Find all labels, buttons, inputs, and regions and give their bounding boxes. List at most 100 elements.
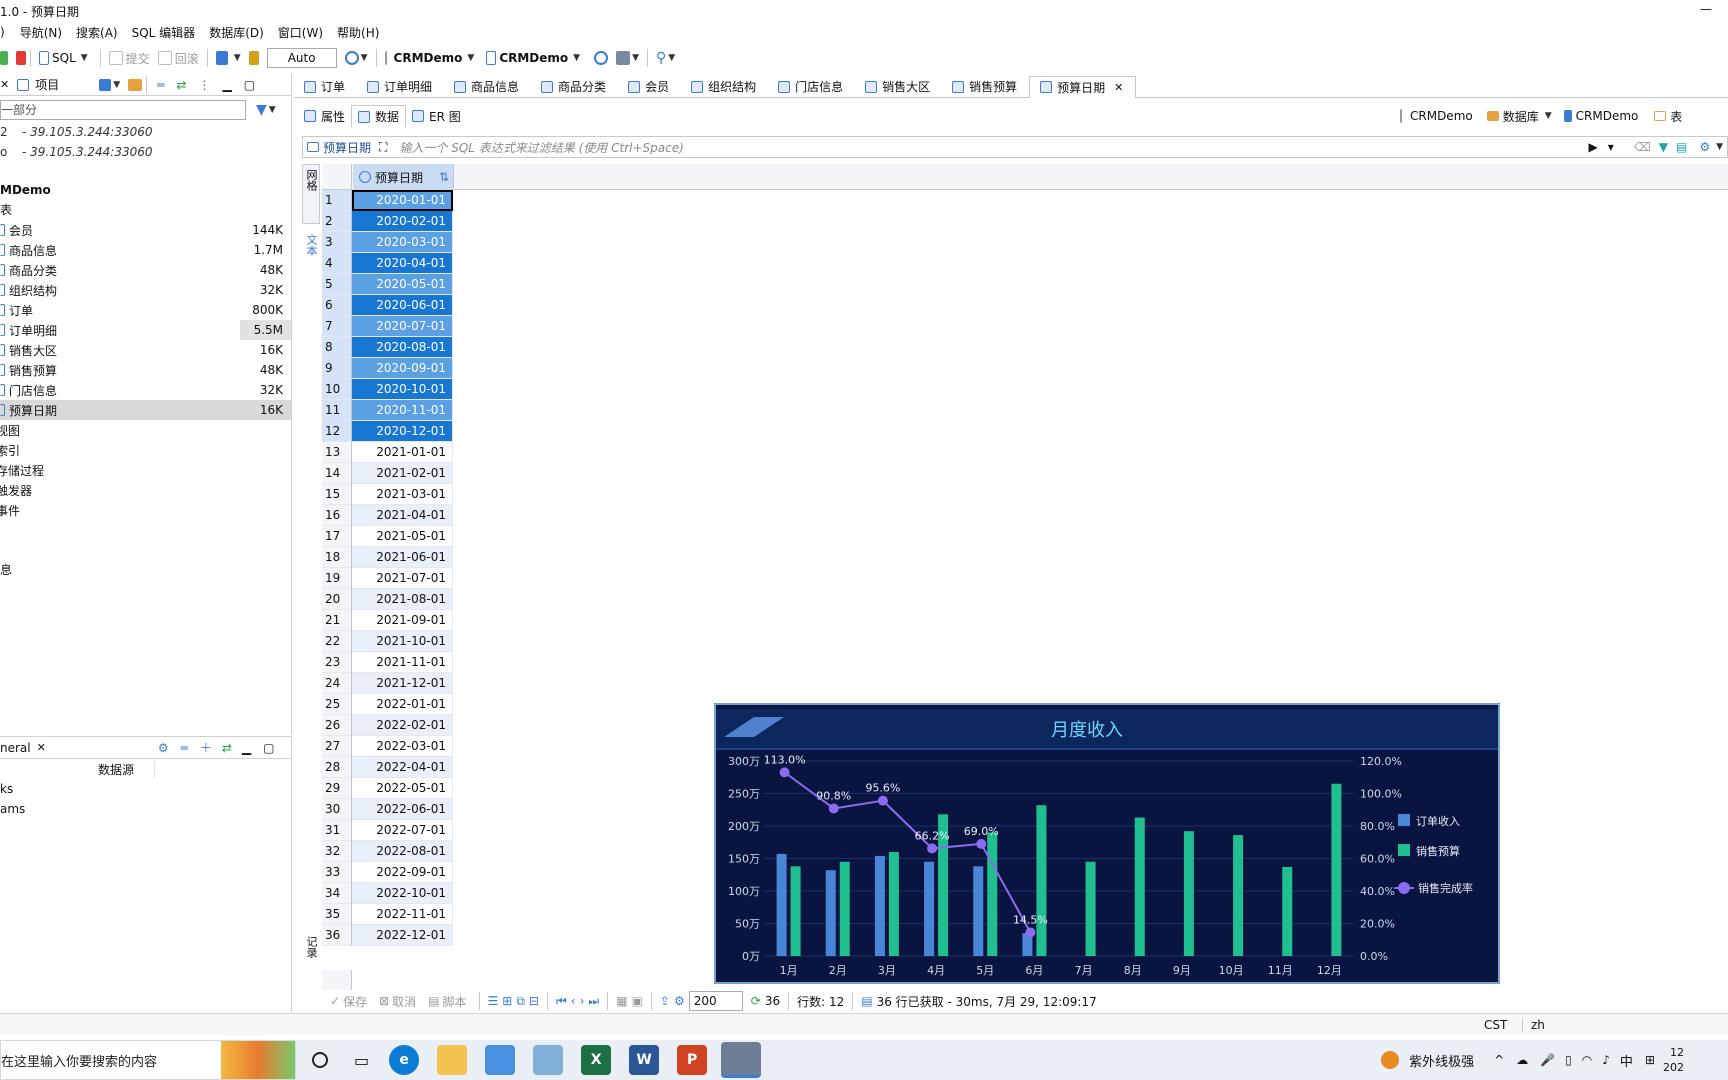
date-cell[interactable]: 2022-08-01	[352, 841, 453, 862]
folder-icon[interactable]	[128, 78, 143, 91]
date-cell[interactable]: 2020-04-01	[352, 253, 453, 274]
date-cell[interactable]: 2022-05-01	[352, 778, 453, 799]
editor-tab[interactable]: 会员	[618, 76, 681, 98]
script-button[interactable]: ▤ 脚本	[424, 990, 470, 1012]
schema-selector[interactable]: CRMDemo ▼	[482, 47, 588, 69]
network-icon[interactable]	[616, 51, 631, 65]
table-row[interactable]: 11 2020-11-01	[322, 400, 453, 421]
close-icon[interactable]: ✕	[37, 741, 46, 754]
date-cell[interactable]: 2021-02-01	[352, 463, 453, 484]
table-item[interactable]: 商品分类 48K	[0, 260, 291, 280]
next-page-icon[interactable]: ›	[580, 994, 585, 1008]
tray-chevron-icon[interactable]: ^	[1494, 1053, 1504, 1067]
chevron-down-icon[interactable]: ▼	[1545, 111, 1552, 121]
chevron-down-icon[interactable]: ▼	[668, 53, 675, 63]
menu-item-navigate[interactable]: 导航(N)	[13, 24, 69, 41]
date-cell[interactable]: 2021-03-01	[352, 484, 453, 505]
table-row[interactable]: 2 2020-02-01	[322, 211, 453, 232]
settings-icon[interactable]: ⚙	[158, 741, 169, 755]
filter-icon[interactable]: ▼	[1659, 140, 1668, 154]
table-row[interactable]: 26 2022-02-01	[322, 715, 453, 736]
microphone-icon[interactable]: 🎤	[1540, 1053, 1555, 1067]
table-item[interactable]: 销售预算 48K	[0, 360, 291, 380]
sort-icon[interactable]: ⇅	[439, 170, 449, 184]
table-row[interactable]: 36 2022-12-01	[322, 925, 453, 946]
table-item[interactable]: 订单 800K	[0, 300, 291, 320]
date-cell[interactable]: 2021-08-01	[352, 589, 453, 610]
tab-data[interactable]: 数据	[351, 105, 407, 127]
table-row[interactable]: 24 2021-12-01	[322, 673, 453, 694]
date-cell[interactable]: 2022-02-01	[352, 715, 453, 736]
table-row[interactable]: 13 2021-01-01	[322, 442, 453, 463]
date-cell[interactable]: 2022-03-01	[352, 736, 453, 757]
last-page-icon[interactable]: ⏭	[588, 994, 599, 1009]
chevron-down-icon[interactable]: ▼	[467, 53, 474, 63]
table-row[interactable]: 14 2021-02-01	[322, 463, 453, 484]
menu-item-search[interactable]: 搜索(A)	[69, 24, 125, 41]
connect-icon[interactable]	[0, 51, 8, 65]
cancel-button[interactable]: ⊠ 取消	[375, 990, 420, 1012]
add-row-icon[interactable]: ⊞	[502, 994, 512, 1008]
date-cell[interactable]: 2020-06-01	[352, 295, 453, 316]
date-cell[interactable]: 2021-06-01	[352, 547, 453, 568]
date-cell[interactable]: 2022-04-01	[352, 757, 453, 778]
rollback-button[interactable]: 回滚	[154, 47, 203, 69]
file-explorer-icon[interactable]	[437, 1045, 468, 1075]
minimize-panel-icon[interactable]: ▁	[222, 78, 231, 92]
lock-icon[interactable]	[248, 51, 259, 65]
date-cell[interactable]: 2021-11-01	[352, 652, 453, 673]
info-node[interactable]: 息	[0, 560, 291, 580]
date-cell[interactable]: 2021-10-01	[352, 631, 453, 652]
table-row[interactable]: 30 2022-06-01	[322, 799, 453, 820]
date-cell[interactable]: 2020-10-01	[352, 379, 453, 400]
panels-icon[interactable]: ▣	[632, 994, 643, 1008]
commit-button[interactable]: 提交	[105, 47, 154, 69]
prev-page-icon[interactable]: ‹	[571, 994, 576, 1008]
collapse-icon[interactable]: ═	[157, 78, 164, 92]
close-icon[interactable]: ✕	[0, 78, 9, 91]
editor-tab[interactable]: 预算日期 ✕	[1029, 75, 1137, 98]
task-view-icon[interactable]: ▭	[354, 1051, 369, 1070]
chevron-down-icon[interactable]: ▼	[234, 53, 241, 63]
table-item[interactable]: 组织结构 32K	[0, 280, 291, 300]
table-row[interactable]: 22 2021-10-01	[322, 631, 453, 652]
date-cell[interactable]: 2020-05-01	[352, 274, 453, 295]
column-header-budget-date[interactable]: 预算日期 ⇅	[353, 164, 454, 190]
date-cell[interactable]: 2021-04-01	[352, 505, 453, 526]
store-icon[interactable]	[485, 1045, 516, 1075]
editor-tab[interactable]: 门店信息	[768, 76, 855, 98]
first-page-icon[interactable]: ⏮	[556, 994, 567, 1009]
table-row[interactable]: 25 2022-01-01	[322, 694, 453, 715]
save-button[interactable]: ✓ 保存	[326, 990, 371, 1012]
side-tab-record[interactable]: 记录	[302, 936, 320, 982]
word-icon[interactable]: W	[629, 1045, 660, 1075]
taskbar-search[interactable]: 在这里输入你要搜索的内容	[0, 1040, 296, 1080]
tree-node[interactable]: 索引	[0, 440, 291, 460]
date-cell[interactable]: 2021-12-01	[352, 673, 453, 694]
table-row[interactable]: 9 2020-09-01	[322, 358, 453, 379]
link-icon[interactable]: ⇄	[176, 78, 186, 92]
table-row[interactable]: 17 2021-05-01	[322, 526, 453, 547]
transaction-mode-field[interactable]: Auto	[266, 48, 337, 68]
connection-item[interactable]: 2 - 39.105.3.244:33060	[0, 122, 291, 142]
date-cell[interactable]: 2022-12-01	[352, 925, 453, 946]
date-cell[interactable]: 2021-07-01	[352, 568, 453, 589]
list-item[interactable]: ks	[0, 779, 291, 799]
table-row[interactable]: 5 2020-05-01	[322, 274, 453, 295]
maximize-panel-icon[interactable]: ▢	[263, 741, 274, 755]
edit-row-icon[interactable]: ☰	[488, 994, 499, 1008]
volume-icon[interactable]: ♪	[1602, 1053, 1610, 1067]
chevron-down-icon[interactable]: ▼	[81, 53, 88, 63]
transaction-mode-icon[interactable]	[215, 51, 228, 65]
menu-item-window[interactable]: 窗口(W)	[271, 24, 330, 41]
date-cell[interactable]: 2022-06-01	[352, 799, 453, 820]
editor-tab[interactable]: 商品分类	[531, 76, 618, 98]
editor-tab[interactable]: 订单	[294, 76, 357, 98]
apps-icon[interactable]: ⊞	[1645, 1053, 1655, 1067]
dashboard-icon[interactable]	[594, 51, 609, 65]
minimize-panel-icon[interactable]: ▁	[242, 741, 251, 755]
table-row[interactable]: 3 2020-03-01	[322, 232, 453, 253]
tree-node[interactable]: 触发器	[0, 480, 291, 500]
tree-node[interactable]: 视图	[0, 420, 291, 440]
editor-tab[interactable]: 销售大区	[855, 76, 942, 98]
